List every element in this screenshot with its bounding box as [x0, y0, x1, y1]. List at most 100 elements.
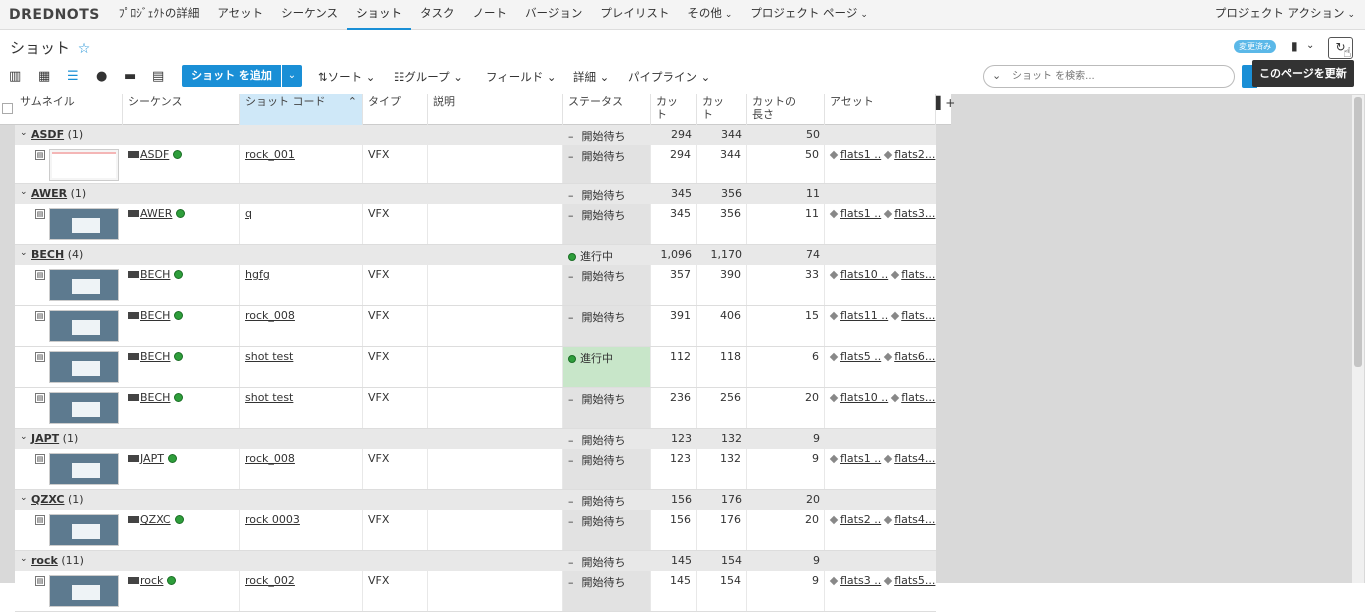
asset-link[interactable]: flats5...	[894, 574, 935, 587]
asset-link[interactable]: flats...	[901, 268, 935, 281]
cut-out-cell[interactable]: 356	[697, 204, 747, 244]
nav-versions[interactable]: バージョン	[516, 0, 591, 30]
status-cell[interactable]: – 開始待ち	[563, 510, 651, 550]
thumbnail-image[interactable]	[49, 149, 119, 181]
description-cell[interactable]	[428, 145, 563, 183]
type-cell[interactable]: VFX	[363, 347, 428, 387]
asset-link[interactable]: flats11 ..	[840, 309, 888, 322]
shot-code-link[interactable]: shot test	[245, 391, 293, 404]
group-menu[interactable]: ☷グループ ⌄	[394, 69, 463, 85]
col-sequence[interactable]: シーケンス	[123, 94, 240, 125]
cut-out-cell[interactable]: 256	[697, 388, 747, 428]
asset-link[interactable]: flats1 ..	[840, 148, 881, 161]
group-name-link[interactable]: rock	[31, 554, 58, 567]
asset-link[interactable]: flats4...	[894, 513, 935, 526]
cut-in-cell[interactable]: 236	[651, 388, 697, 428]
table-row[interactable]: ▤ QZXC rock 0003 VFX – 開始待ち 156 176 20 flats2 .. f…	[15, 510, 936, 551]
group-row[interactable]: ⌄ QZXC (1) – 開始待ち 156 176 20	[15, 490, 936, 510]
cut-len-cell[interactable]: 6	[747, 347, 825, 387]
asset-link[interactable]: flats...	[901, 309, 935, 322]
table-row[interactable]: ▤ JAPT rock_008 VFX – 開始待ち 123 132 9 flats1 .. fla…	[15, 449, 936, 490]
cut-len-cell[interactable]: 15	[747, 306, 825, 346]
scrollbar-thumb[interactable]	[1354, 97, 1362, 367]
description-cell[interactable]	[428, 510, 563, 550]
calendar-view-icon[interactable]: ▤	[152, 69, 164, 84]
type-cell[interactable]: VFX	[363, 510, 428, 550]
group-row[interactable]: ⌄ JAPT (1) – 開始待ち 123 132 9	[15, 429, 936, 449]
thumbnail-image[interactable]	[49, 269, 119, 301]
sequence-link[interactable]: JAPT	[140, 452, 164, 465]
shot-code-link[interactable]: q	[245, 207, 252, 220]
group-row[interactable]: ⌄ rock (11) – 開始待ち 145 154 9	[15, 551, 936, 571]
shot-code-link[interactable]: rock_008	[245, 452, 295, 465]
asset-link[interactable]: flats5 ..	[840, 350, 881, 363]
search-box[interactable]: ⌄	[983, 65, 1235, 88]
thumbnail-image[interactable]	[49, 310, 119, 342]
cut-out-cell[interactable]: 132	[697, 449, 747, 489]
add-shot-button[interactable]: ショット を追加	[182, 65, 281, 87]
description-cell[interactable]	[428, 571, 563, 611]
cut-len-cell[interactable]: 20	[747, 388, 825, 428]
thumbnail-image[interactable]	[49, 514, 119, 546]
brand-logo[interactable]: DREDNOTS	[0, 7, 110, 23]
status-cell[interactable]: – 開始待ち	[563, 388, 651, 428]
group-name-link[interactable]: ASDF	[31, 128, 64, 141]
table-row[interactable]: ▤ BECH shot test VFX 進行中 112 118 6 flats5 .. flat…	[15, 347, 936, 388]
col-description[interactable]: 説明	[428, 94, 563, 125]
sequence-link[interactable]: QZXC	[140, 513, 171, 526]
description-cell[interactable]	[428, 204, 563, 244]
shot-code-link[interactable]: rock_001	[245, 148, 295, 161]
cut-out-cell[interactable]: 344	[697, 145, 747, 183]
sequence-link[interactable]: ASDF	[140, 148, 169, 161]
cut-in-cell[interactable]: 123	[651, 449, 697, 489]
type-cell[interactable]: VFX	[363, 265, 428, 305]
pipeline-menu[interactable]: パイプライン ⌄	[628, 69, 710, 85]
nav-notes[interactable]: ノート	[464, 0, 517, 30]
type-cell[interactable]: VFX	[363, 145, 428, 183]
cut-out-cell[interactable]: 406	[697, 306, 747, 346]
row-detail-icon[interactable]: ▤	[35, 454, 45, 464]
col-thumbnail[interactable]: サムネイル	[15, 94, 123, 125]
description-cell[interactable]	[428, 265, 563, 305]
select-all-checkbox[interactable]	[2, 103, 13, 114]
description-cell[interactable]	[428, 306, 563, 346]
thumbnail-image[interactable]	[49, 575, 119, 607]
thumbnail-image[interactable]	[49, 208, 119, 240]
split-view-icon[interactable]: ▬	[124, 69, 136, 84]
thumbnail-view-icon[interactable]: ▥	[9, 69, 21, 84]
sequence-link[interactable]: BECH	[140, 309, 170, 322]
document-icon[interactable]: ▮	[1291, 39, 1298, 53]
group-row[interactable]: ⌄ ASDF (1) – 開始待ち 294 344 50	[15, 125, 936, 145]
nav-sequences[interactable]: シーケンス	[272, 0, 347, 30]
table-row[interactable]: ▤ ASDF rock_001 VFX – 開始待ち 294 344 50 flats1 .. fl…	[15, 145, 936, 184]
asset-link[interactable]: flats4...	[894, 452, 935, 465]
col-assets[interactable]: アセット	[825, 94, 936, 125]
asset-link[interactable]: flats3...	[894, 207, 935, 220]
row-detail-icon[interactable]: ▤	[35, 150, 45, 160]
thumbnail-image[interactable]	[49, 453, 119, 485]
cut-in-cell[interactable]: 391	[651, 306, 697, 346]
group-name[interactable]: rock (11)	[31, 554, 84, 567]
group-name-link[interactable]: AWER	[31, 187, 67, 200]
shot-code-link[interactable]: shot test	[245, 350, 293, 363]
nav-tasks[interactable]: タスク	[411, 0, 464, 30]
details-menu[interactable]: 詳細 ⌄	[573, 69, 609, 85]
row-detail-icon[interactable]: ▤	[35, 311, 45, 321]
status-cell[interactable]: – 開始待ち	[563, 204, 651, 244]
table-row[interactable]: ▤ BECH shot test VFX – 開始待ち 236 256 20 flats10 ..…	[15, 388, 936, 429]
thumbnail-image[interactable]	[49, 392, 119, 424]
cut-len-cell[interactable]: 9	[747, 449, 825, 489]
cut-out-cell[interactable]: 176	[697, 510, 747, 550]
asset-link[interactable]: flats1 ..	[840, 452, 881, 465]
chevron-down-icon[interactable]: ⌄	[20, 187, 28, 197]
col-cut-in[interactable]: カット	[651, 94, 697, 125]
add-column-icon[interactable]: ▌+	[936, 96, 955, 110]
add-shot-dropdown[interactable]: ⌄	[282, 65, 302, 87]
task-view-icon[interactable]: ●	[96, 69, 107, 84]
description-cell[interactable]	[428, 388, 563, 428]
favorite-star-icon[interactable]: ☆	[78, 41, 91, 57]
col-status[interactable]: ステータス	[563, 94, 651, 125]
group-name[interactable]: AWER (1)	[31, 187, 86, 200]
sequence-link[interactable]: BECH	[140, 268, 170, 281]
type-cell[interactable]: VFX	[363, 306, 428, 346]
